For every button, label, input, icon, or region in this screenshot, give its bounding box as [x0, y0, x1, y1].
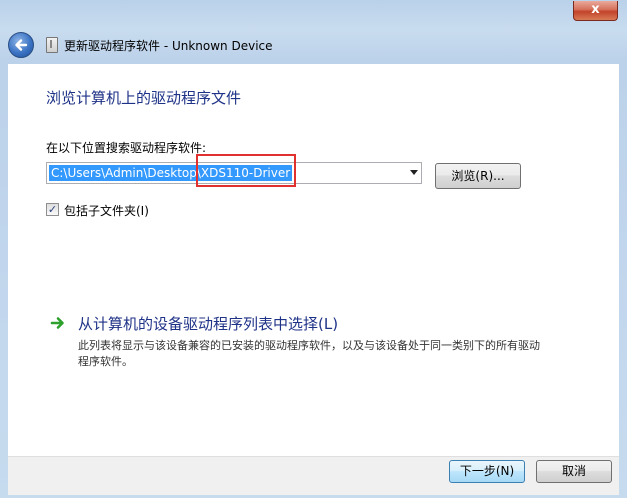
- page-heading: 浏览计算机上的驱动程序文件: [46, 89, 242, 107]
- device-icon: [46, 37, 58, 53]
- browse-button[interactable]: 浏览(R)...: [435, 163, 521, 189]
- next-button[interactable]: 下一步(N): [449, 460, 525, 483]
- pick-option-title[interactable]: 从计算机的设备驱动程序列表中选择(L): [78, 313, 338, 334]
- include-subfolders-checkbox[interactable]: ✓: [46, 203, 59, 216]
- main-content: 浏览计算机上的驱动程序文件 在以下位置搜索驱动程序软件: C:\Users\Ad…: [8, 64, 619, 456]
- pick-option-description: 此列表将显示与该设备兼容的已安装的驱动程序软件，以及与该设备处于同一类别下的所有…: [78, 339, 540, 368]
- green-arrow-icon: [50, 317, 64, 329]
- button-bar: 下一步(N) 取消: [8, 456, 619, 495]
- header-bar: 更新驱动程序软件 - Unknown Device: [8, 30, 619, 64]
- pick-from-list-option[interactable]: 从计算机的设备驱动程序列表中选择(L) 此列表将显示与该设备兼容的已安装的驱动程…: [46, 309, 549, 373]
- back-button[interactable]: [8, 32, 34, 58]
- cancel-button[interactable]: 取消: [536, 460, 612, 483]
- chevron-down-icon[interactable]: [410, 170, 418, 175]
- window-title: 更新驱动程序软件 - Unknown Device: [64, 39, 273, 53]
- include-subfolders-label[interactable]: 包括子文件夹(I): [64, 202, 149, 219]
- annotation-highlight-box: [196, 154, 296, 187]
- window-frame: x 更新驱动程序软件 - Unknown Device 浏览计算机上的驱动程序文…: [0, 0, 627, 498]
- search-location-label: 在以下位置搜索驱动程序软件:: [46, 141, 207, 155]
- back-arrow-icon: [15, 39, 28, 51]
- close-button[interactable]: x: [573, 1, 618, 21]
